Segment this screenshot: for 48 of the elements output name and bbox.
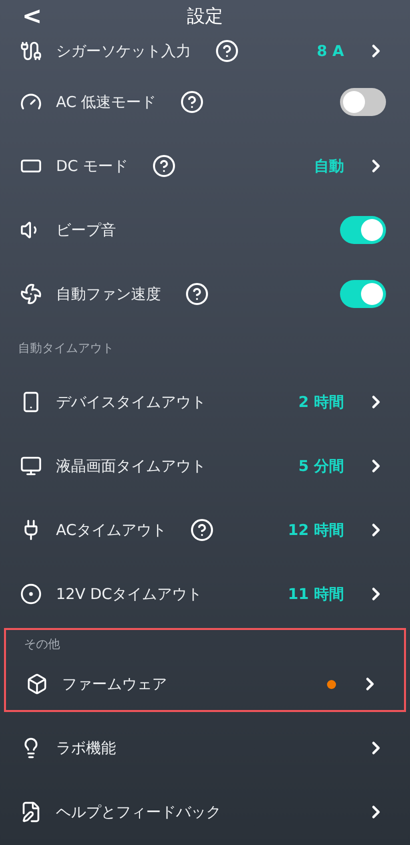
row-label: 自動ファン速度 <box>56 284 161 304</box>
settings-row[interactable]: ファームウェア <box>6 652 404 716</box>
section-label: その他 <box>23 636 61 652</box>
help-icon[interactable] <box>185 282 209 306</box>
help-icon[interactable] <box>190 518 214 542</box>
socket-icon <box>20 40 42 62</box>
feedback-icon <box>20 801 42 823</box>
settings-row[interactable]: 12V DCタイムアウト 11 時間 <box>0 562 410 626</box>
row-value: 5 分間 <box>298 456 344 476</box>
row-label: ラボ機能 <box>56 738 116 758</box>
row-value: 8 A <box>316 42 344 60</box>
row-label: ACタイムアウト <box>56 520 166 540</box>
settings-row[interactable]: AC 低速モード <box>0 70 410 134</box>
row-label: シガーソケット入力 <box>56 42 191 60</box>
toggle-switch[interactable] <box>340 216 386 244</box>
help-icon[interactable] <box>215 39 239 63</box>
settings-row[interactable]: DC モード 自動 <box>0 134 410 198</box>
settings-row[interactable]: ACタイムアウト 12 時間 <box>0 498 410 562</box>
row-label: 液晶画面タイムアウト <box>56 456 206 476</box>
row-label: ファームウェア <box>62 674 167 694</box>
section-label: 自動タイムアウト <box>17 340 114 356</box>
fan-icon <box>20 283 42 305</box>
back-button[interactable]: < <box>18 2 46 30</box>
settings-row[interactable]: 自動ファン速度 <box>0 262 410 326</box>
settings-row[interactable]: ヘルプとフィードバック <box>0 780 410 844</box>
settings-row[interactable]: シガーソケット入力 8 A <box>0 32 410 70</box>
row-value: 自動 <box>314 156 344 176</box>
row-label: ビープ音 <box>56 220 116 240</box>
dc-port-icon <box>20 583 42 605</box>
row-value: 11 時間 <box>288 584 344 604</box>
row-label: DC モード <box>56 156 128 176</box>
row-label: ヘルプとフィードバック <box>56 802 221 822</box>
page-title: 設定 <box>187 5 223 28</box>
row-value: 12 時間 <box>288 520 344 540</box>
cube-icon <box>26 673 48 695</box>
row-label: AC 低速モード <box>56 92 156 112</box>
help-icon[interactable] <box>180 90 204 114</box>
settings-row[interactable]: 液晶画面タイムアウト 5 分間 <box>0 434 410 498</box>
row-label: デバイスタイムアウト <box>56 392 206 412</box>
help-icon[interactable] <box>152 154 176 178</box>
settings-row[interactable]: デバイスタイムアウト 2 時間 <box>0 370 410 434</box>
row-label: 12V DCタイムアウト <box>56 584 202 604</box>
toggle-switch[interactable] <box>340 88 386 116</box>
screen-icon <box>20 455 42 477</box>
settings-row[interactable]: ラボ機能 <box>0 716 410 780</box>
row-value: 2 時間 <box>298 392 344 412</box>
toggle-switch[interactable] <box>340 280 386 308</box>
settings-row[interactable]: ビープ音 <box>0 198 410 262</box>
